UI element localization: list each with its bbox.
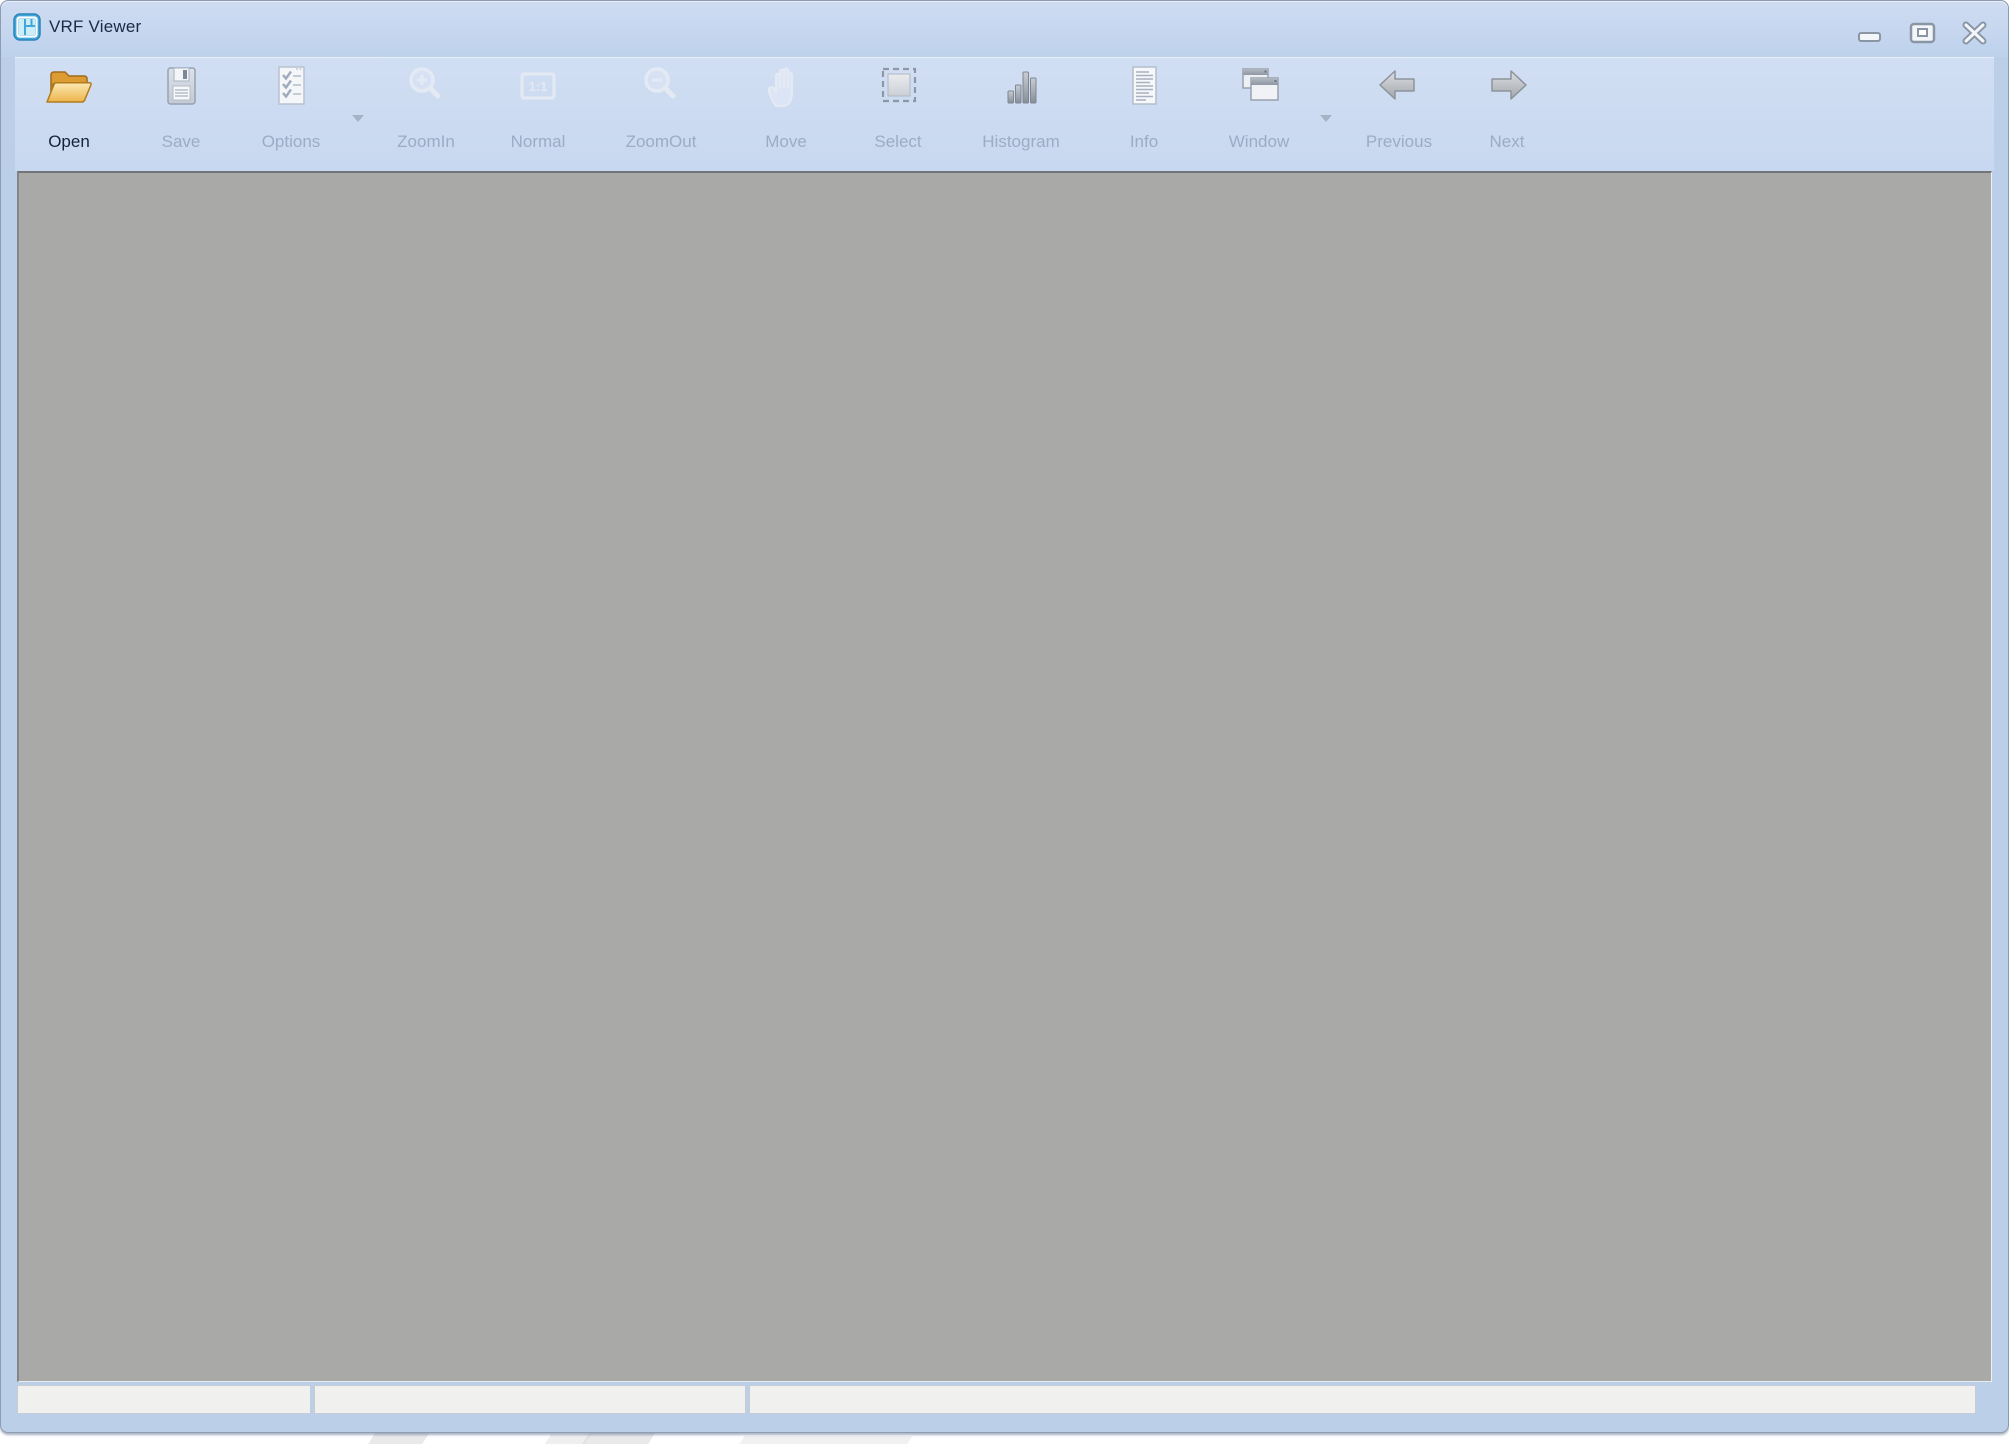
toolbar-button-select[interactable]: Select [846,57,950,150]
toolbar-button-options[interactable]: Options [239,57,343,150]
next-arrow-icon [1478,63,1536,111]
toolbar-dropdown-window[interactable] [1311,57,1341,171]
app-window: VRF Viewer [0,0,2009,1433]
toolbar-button-save[interactable]: Save [129,57,233,150]
desktop-watermark-fragment [582,1432,655,1444]
histogram-bars-icon [992,63,1050,111]
info-document-icon [1115,63,1173,111]
desktop-watermark-fragment [368,1432,429,1444]
toolbar-button-move[interactable]: Move [734,57,838,150]
toolbar-button-open[interactable]: Open [17,57,121,150]
desktop-watermark-fragment [740,1436,913,1444]
options-checklist-icon [262,63,320,111]
toolbar-button-label: Save [162,133,201,150]
toolbar-button-label: Move [765,133,807,150]
toolbar: Open Save Options ZoomIn 1:1 Normal ZoomOut Mov… [15,57,1994,171]
toolbar-button-label: Options [262,133,321,150]
toolbar-button-zoomin[interactable]: ZoomIn [375,57,477,150]
toolbar-button-zoomout[interactable]: ZoomOut [605,57,717,150]
status-segment-1 [17,1385,311,1414]
previous-arrow-icon [1370,63,1428,111]
window-cascade-icon [1230,63,1288,111]
toolbar-button-label: Histogram [982,133,1059,150]
toolbar-button-label: Normal [511,133,566,150]
chevron-down-icon [352,115,364,122]
status-bar [17,1385,1976,1414]
open-folder-icon [40,63,98,111]
toolbar-button-info[interactable]: Info [1092,57,1196,150]
toolbar-button-label: Info [1130,133,1158,150]
titlebar[interactable]: VRF Viewer [1,1,2008,57]
chevron-down-icon [1320,115,1332,122]
image-canvas[interactable] [17,171,1992,1382]
close-button[interactable] [1960,21,1988,45]
save-floppy-icon [152,63,210,111]
toolbar-button-window[interactable]: Window [1207,57,1311,150]
toolbar-button-label: ZoomOut [626,133,697,150]
toolbar-button-label: Previous [1366,133,1432,150]
zoom-in-icon [397,63,455,111]
zoom-out-icon [632,63,690,111]
toolbar-button-next[interactable]: Next [1455,57,1559,150]
toolbar-button-label: Open [48,133,90,150]
status-segment-3 [749,1385,1976,1414]
select-marquee-icon [869,63,927,111]
svg-text:1:1: 1:1 [529,79,548,94]
toolbar-button-label: Select [874,133,921,150]
window-title: VRF Viewer [49,17,141,37]
normal-1to1-icon: 1:1 [509,63,567,111]
toolbar-button-histogram[interactable]: Histogram [961,57,1081,150]
toolbar-dropdown-options[interactable] [343,57,373,171]
vrf-app-icon [13,13,41,41]
status-segment-2 [314,1385,746,1414]
toolbar-button-normal[interactable]: 1:1 Normal [486,57,590,150]
move-hand-icon [757,63,815,111]
toolbar-button-previous[interactable]: Previous [1347,57,1451,150]
window-controls [1856,21,1988,45]
toolbar-button-label: Window [1229,133,1289,150]
toolbar-button-label: Next [1490,133,1525,150]
toolbar-button-label: ZoomIn [397,133,455,150]
minimize-button[interactable] [1856,21,1884,45]
maximize-button[interactable] [1908,21,1936,45]
